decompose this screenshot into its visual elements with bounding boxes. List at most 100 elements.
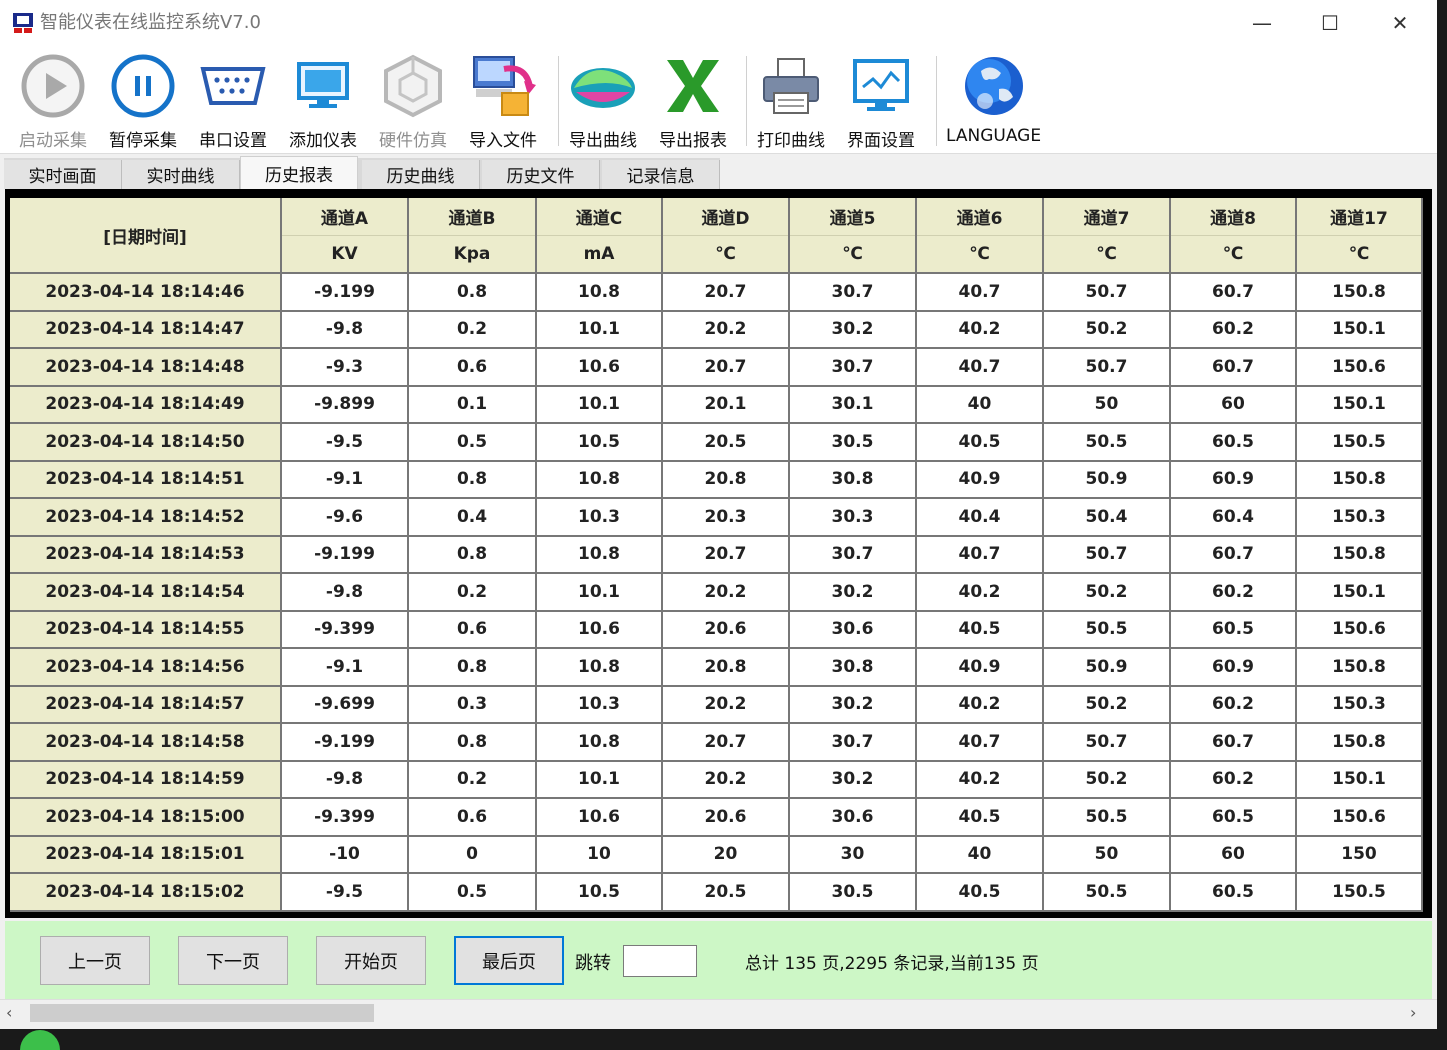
value-cell[interactable]: 30.7 (790, 274, 917, 312)
value-cell[interactable]: 50.7 (1044, 536, 1171, 574)
value-cell[interactable]: 150.6 (1297, 349, 1423, 387)
value-cell[interactable]: 40.5 (917, 874, 1044, 912)
value-cell[interactable]: 40.7 (917, 536, 1044, 574)
value-cell[interactable]: 40.2 (917, 574, 1044, 612)
value-cell[interactable]: 50.9 (1044, 649, 1171, 687)
value-cell[interactable]: 20.7 (663, 349, 790, 387)
value-cell[interactable]: 40.2 (917, 761, 1044, 799)
value-cell[interactable]: 0.1 (409, 386, 537, 424)
value-cell[interactable]: 20.5 (663, 424, 790, 462)
value-cell[interactable]: 150.8 (1297, 274, 1423, 312)
table-row[interactable]: 2023-04-14 18:15:01 -10 0 10 20 30 40 50 60 150 (10, 836, 1423, 874)
value-cell[interactable]: 30.7 (790, 724, 917, 762)
tab-history-file[interactable]: 历史文件 (482, 160, 600, 189)
value-cell[interactable]: 0.5 (409, 874, 537, 912)
value-cell[interactable]: 60 (1171, 836, 1297, 874)
value-cell[interactable]: 20.2 (663, 761, 790, 799)
value-cell[interactable]: 150.5 (1297, 874, 1423, 912)
value-cell[interactable]: 10.8 (537, 536, 663, 574)
value-cell[interactable]: 50.9 (1044, 461, 1171, 499)
value-cell[interactable]: 10.1 (537, 386, 663, 424)
value-cell[interactable]: 0.8 (409, 536, 537, 574)
value-cell[interactable]: 50.2 (1044, 686, 1171, 724)
value-cell[interactable]: -9.199 (282, 724, 409, 762)
table-row[interactable]: 2023-04-14 18:14:53 -9.199 0.8 10.8 20.7 30.7… (10, 536, 1423, 574)
table-row[interactable]: 2023-04-14 18:14:59 -9.8 0.2 10.1 20.2 30.2 40… (10, 761, 1423, 799)
value-cell[interactable]: 60.4 (1171, 499, 1297, 537)
minimize-button[interactable]: — (1228, 0, 1296, 46)
value-cell[interactable]: 50.2 (1044, 761, 1171, 799)
value-cell[interactable]: 50.5 (1044, 611, 1171, 649)
value-cell[interactable]: 20.2 (663, 686, 790, 724)
table-row[interactable]: 2023-04-14 18:14:48 -9.3 0.6 10.6 20.7 30.7 40… (10, 349, 1423, 387)
channel-header[interactable]: 通道A KV (282, 198, 409, 274)
value-cell[interactable]: 10.1 (537, 761, 663, 799)
value-cell[interactable]: 40.5 (917, 611, 1044, 649)
value-cell[interactable]: 20.6 (663, 799, 790, 837)
value-cell[interactable]: 30.8 (790, 461, 917, 499)
close-button[interactable]: ✕ (1366, 0, 1434, 46)
value-cell[interactable]: -9.8 (282, 311, 409, 349)
scroll-left-icon[interactable]: ‹ (6, 1003, 12, 1022)
tab-history-report[interactable]: 历史报表 (240, 156, 358, 189)
value-cell[interactable]: 150.3 (1297, 686, 1423, 724)
value-cell[interactable]: 30.1 (790, 386, 917, 424)
value-cell[interactable]: 60.2 (1171, 686, 1297, 724)
value-cell[interactable]: 60.5 (1171, 874, 1297, 912)
date-time-cell[interactable]: 2023-04-14 18:14:52 (10, 499, 282, 537)
value-cell[interactable]: 20.2 (663, 311, 790, 349)
value-cell[interactable]: 60.2 (1171, 574, 1297, 612)
value-cell[interactable]: 150.8 (1297, 724, 1423, 762)
value-cell[interactable]: 40 (917, 386, 1044, 424)
channel-header[interactable]: 通道C mA (537, 198, 663, 274)
value-cell[interactable]: 150 (1297, 836, 1423, 874)
language-button[interactable]: LANGUAGE (946, 52, 1041, 152)
jump-page-input[interactable] (623, 945, 697, 977)
value-cell[interactable]: 0.2 (409, 311, 537, 349)
value-cell[interactable]: 50.7 (1044, 274, 1171, 312)
value-cell[interactable]: 150.6 (1297, 799, 1423, 837)
value-cell[interactable]: 0 (409, 836, 537, 874)
value-cell[interactable]: 150.5 (1297, 424, 1423, 462)
value-cell[interactable]: 50.5 (1044, 424, 1171, 462)
value-cell[interactable]: 10.3 (537, 686, 663, 724)
serial-settings-button[interactable]: 串口设置 (198, 52, 268, 152)
table-row[interactable]: 2023-04-14 18:14:57 -9.699 0.3 10.3 20.2 30.2… (10, 686, 1423, 724)
value-cell[interactable]: 30.7 (790, 536, 917, 574)
value-cell[interactable]: 150.8 (1297, 649, 1423, 687)
table-row[interactable]: 2023-04-14 18:14:56 -9.1 0.8 10.8 20.8 30.8 40… (10, 649, 1423, 687)
value-cell[interactable]: -9.5 (282, 424, 409, 462)
value-cell[interactable]: 0.2 (409, 761, 537, 799)
date-time-cell[interactable]: 2023-04-14 18:14:51 (10, 461, 282, 499)
next-page-button[interactable]: 下一页 (178, 936, 288, 985)
value-cell[interactable]: 50.2 (1044, 574, 1171, 612)
date-time-cell[interactable]: 2023-04-14 18:14:57 (10, 686, 282, 724)
tab-realtime-curve[interactable]: 实时曲线 (122, 160, 240, 189)
value-cell[interactable]: 10.1 (537, 574, 663, 612)
channel-header[interactable]: 通道17 ℃ (1297, 198, 1423, 274)
value-cell[interactable]: 10.6 (537, 611, 663, 649)
value-cell[interactable]: 30.2 (790, 574, 917, 612)
first-page-button[interactable]: 开始页 (316, 936, 426, 985)
date-time-cell[interactable]: 2023-04-14 18:14:46 (10, 274, 282, 312)
value-cell[interactable]: 150.8 (1297, 461, 1423, 499)
value-cell[interactable]: 10.8 (537, 461, 663, 499)
channel-header[interactable]: 通道B Kpa (409, 198, 537, 274)
value-cell[interactable]: 10.3 (537, 499, 663, 537)
value-cell[interactable]: 0.6 (409, 349, 537, 387)
value-cell[interactable]: -9.8 (282, 761, 409, 799)
value-cell[interactable]: 60.9 (1171, 461, 1297, 499)
value-cell[interactable]: 60.2 (1171, 311, 1297, 349)
value-cell[interactable]: 30.7 (790, 349, 917, 387)
value-cell[interactable]: 0.8 (409, 461, 537, 499)
value-cell[interactable]: 0.8 (409, 724, 537, 762)
value-cell[interactable]: 0.6 (409, 611, 537, 649)
value-cell[interactable]: 50 (1044, 836, 1171, 874)
table-row[interactable]: 2023-04-14 18:15:02 -9.5 0.5 10.5 20.5 30.5 40… (10, 874, 1423, 912)
value-cell[interactable]: -9.1 (282, 649, 409, 687)
value-cell[interactable]: 40.2 (917, 686, 1044, 724)
value-cell[interactable]: 20.7 (663, 274, 790, 312)
value-cell[interactable]: 40.2 (917, 311, 1044, 349)
value-cell[interactable]: -9.6 (282, 499, 409, 537)
date-time-cell[interactable]: 2023-04-14 18:14:53 (10, 536, 282, 574)
